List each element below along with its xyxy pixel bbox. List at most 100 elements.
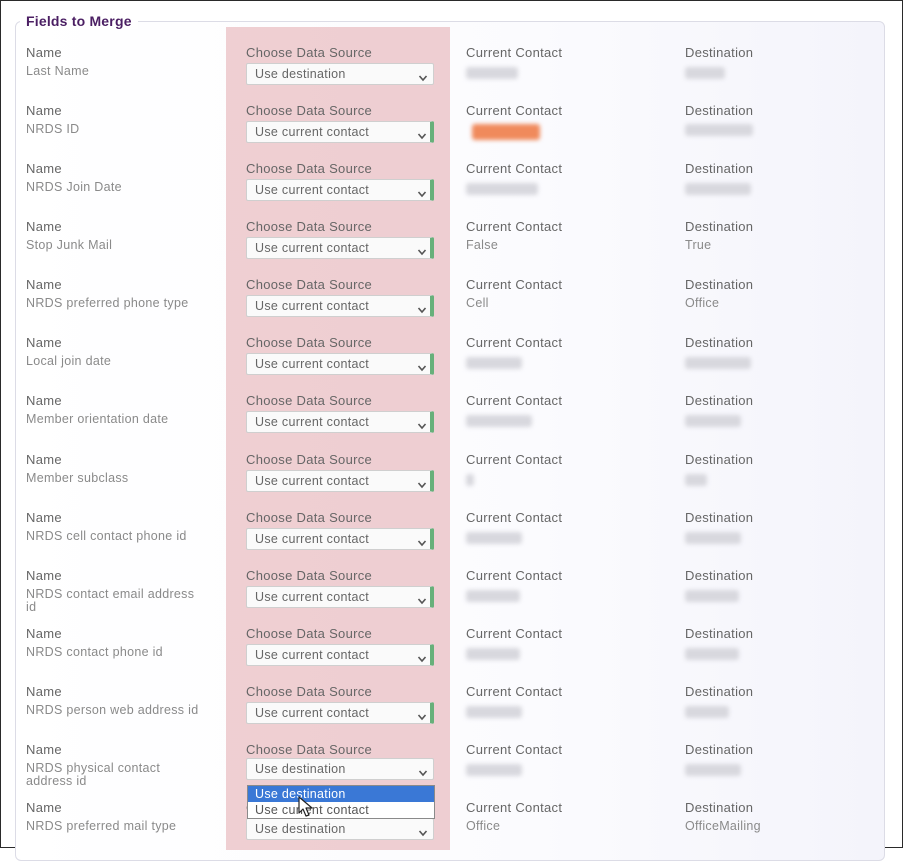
field-name: NRDS contact phone id <box>26 645 163 659</box>
destination-label: Destination <box>685 277 754 292</box>
field-name: NRDS cell contact phone id <box>26 529 187 543</box>
dropdown-option-use-destination[interactable]: Use destination <box>248 786 434 802</box>
data-source-select[interactable]: Use current contact <box>246 528 434 550</box>
redacted-destination-value <box>685 183 751 195</box>
destination-label: Destination <box>685 161 754 176</box>
current-contact-label: Current Contact <box>466 626 563 641</box>
redacted-current-value <box>472 124 540 140</box>
chevron-down-icon <box>417 127 427 140</box>
name-label: Name <box>26 742 62 757</box>
chevron-down-icon <box>418 824 428 837</box>
name-label: Name <box>26 800 62 815</box>
current-contact-value: Cell <box>466 296 489 310</box>
destination-label: Destination <box>685 510 754 525</box>
name-label: Name <box>26 684 62 699</box>
current-contact-label: Current Contact <box>466 568 563 583</box>
destination-label: Destination <box>685 335 754 350</box>
field-name: Local join date <box>26 354 112 368</box>
current-contact-label: Current Contact <box>466 452 563 467</box>
chevron-down-icon <box>417 185 427 198</box>
redacted-current-value <box>466 183 538 195</box>
chevron-down-icon <box>418 764 428 777</box>
data-source-select[interactable]: Use current contact <box>246 353 434 375</box>
current-contact-value: Office <box>466 819 501 833</box>
merge-field-row: NameChoose Data SourceCurrent ContactDes… <box>0 798 905 856</box>
field-name: Member subclass <box>26 471 129 485</box>
merge-field-row: Name Choose Data Source Current Contact Des… <box>0 159 905 217</box>
current-contact-label: Current Contact <box>466 219 563 234</box>
destination-label: Destination <box>685 103 754 118</box>
data-source-select[interactable]: Use current contact <box>246 702 434 724</box>
merge-field-row: NameChoose Data SourceCurrent ContactDes… <box>0 508 905 566</box>
redacted-destination-value <box>685 706 729 718</box>
field-name: NRDS person web address id <box>26 703 199 717</box>
redacted-current-value <box>466 357 522 369</box>
current-contact-label: Current Contact <box>466 335 563 350</box>
redacted-destination-value <box>685 67 725 79</box>
data-source-select[interactable]: Use current contact <box>246 179 434 201</box>
redacted-current-value <box>466 474 474 486</box>
chevron-down-icon <box>417 650 427 663</box>
current-contact-label: Current Contact <box>466 800 563 815</box>
redacted-destination-value <box>685 124 753 136</box>
current-contact-label: Current Contact <box>466 510 563 525</box>
data-source-label: Choose Data Source <box>246 219 373 234</box>
field-name: NRDS physical contact address id <box>26 761 161 788</box>
data-source-select[interactable]: Use destination <box>246 63 434 85</box>
field-name: NRDS contact email address id <box>26 587 195 614</box>
data-source-label: Choose Data Source <box>246 335 373 350</box>
name-label: Name <box>26 335 62 350</box>
dropdown-option-use-current-contact[interactable]: Use current contact <box>248 802 434 818</box>
data-source-label: Choose Data Source <box>246 626 373 641</box>
destination-label: Destination <box>685 684 754 699</box>
merge-field-row: NameChoose Data SourceCurrent ContactDes… <box>0 566 905 624</box>
data-source-select[interactable]: Use current contact <box>246 121 434 143</box>
current-contact-label: Current Contact <box>466 161 563 176</box>
destination-label: Destination <box>685 800 754 815</box>
data-source-selected-value: Use current contact <box>255 241 370 255</box>
name-label: Name <box>26 161 62 176</box>
destination-label: Destination <box>685 393 754 408</box>
merge-field-row: NameChoose Data SourceCurrent ContactDes… <box>0 450 905 508</box>
data-source-label: Choose Data Source <box>246 161 373 176</box>
chevron-down-icon <box>417 592 427 605</box>
merge-field-row: NameChoose Data SourceCurrent ContactDes… <box>0 217 905 275</box>
data-source-dropdown-list[interactable]: Use destination Use current contact <box>247 785 435 819</box>
chevron-down-icon <box>417 301 427 314</box>
data-source-selected-value: Use current contact <box>255 474 370 488</box>
merge-field-row: NameChoose Data SourceCurrent ContactDes… <box>0 740 905 798</box>
name-label: Name <box>26 510 62 525</box>
data-source-label: Choose Data Source <box>246 393 373 408</box>
data-source-select[interactable]: Use destination <box>246 758 434 780</box>
data-source-select[interactable]: Use destination <box>246 818 434 840</box>
data-source-selected-value: Use current contact <box>255 590 370 604</box>
data-source-select[interactable]: Use current contact <box>246 237 434 259</box>
name-label: Name <box>26 393 62 408</box>
field-name: NRDS preferred mail type <box>26 819 177 833</box>
chevron-down-icon <box>417 708 427 721</box>
merge-field-row: Name Choose Data Source Current Contact Des… <box>0 391 905 449</box>
data-source-selected-value: Use current contact <box>255 299 370 313</box>
current-contact-label: Current Contact <box>466 393 563 408</box>
name-label: Name <box>26 219 62 234</box>
redacted-destination-value <box>685 357 751 369</box>
data-source-selected-value: Use current contact <box>255 532 370 546</box>
data-source-select[interactable]: Use current contact <box>246 644 434 666</box>
data-source-select[interactable]: Use current contact <box>246 470 434 492</box>
data-source-selected-value: Use destination <box>255 762 346 776</box>
destination-value: True <box>685 238 712 252</box>
chevron-down-icon <box>417 476 427 489</box>
merge-field-row: NameChoose Data SourceCurrent ContactDes… <box>0 275 905 333</box>
data-source-select[interactable]: Use current contact <box>246 295 434 317</box>
redacted-current-value <box>466 590 520 602</box>
data-source-selected-value: Use destination <box>255 67 346 81</box>
chevron-down-icon <box>417 359 427 372</box>
current-contact-label: Current Contact <box>466 103 563 118</box>
field-name: NRDS preferred phone type <box>26 296 189 310</box>
data-source-selected-value: Use current contact <box>255 648 370 662</box>
name-label: Name <box>26 568 62 583</box>
data-source-selected-value: Use current contact <box>255 415 370 429</box>
data-source-select[interactable]: Use current contact <box>246 411 434 433</box>
data-source-label: Choose Data Source <box>246 45 373 60</box>
data-source-select[interactable]: Use current contact <box>246 586 434 608</box>
